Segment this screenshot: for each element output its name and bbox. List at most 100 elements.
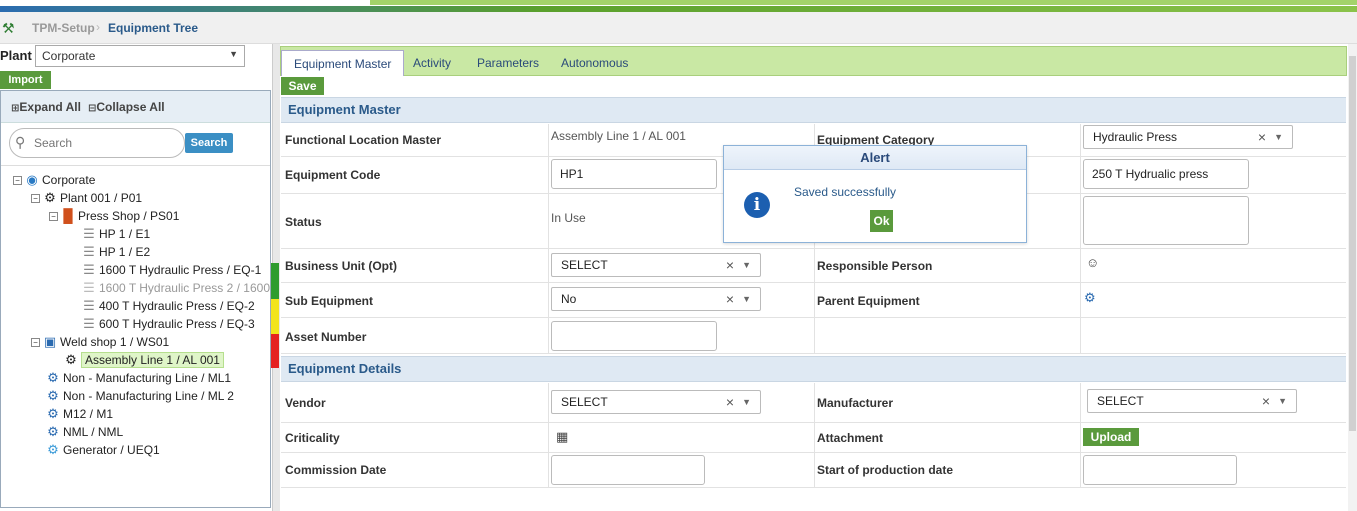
start-production-date-input[interactable]: [1083, 455, 1237, 485]
manufacturer-select[interactable]: SELECT × ▼: [1087, 389, 1297, 413]
tree-node-label: Plant 001 / P01: [60, 191, 143, 205]
alert-message: Saved successfully: [794, 185, 897, 199]
collapse-toggle-icon[interactable]: −: [31, 338, 40, 348]
gear-doc-icon: ⚙: [47, 388, 59, 403]
collapse-toggle-icon[interactable]: −: [49, 212, 58, 222]
criticality-grid-icon[interactable]: ▦: [556, 429, 568, 445]
chevron-down-icon: ▼: [742, 260, 751, 270]
left-panel: Plant Corporate ▼ Import ⊞Expand All ⊟Co…: [0, 44, 272, 511]
collapse-toggle-icon[interactable]: −: [13, 176, 22, 186]
database-icon: ☰: [83, 316, 95, 331]
vendor-label: Vendor: [285, 396, 326, 410]
description-textarea[interactable]: [1083, 196, 1249, 245]
database-icon: ☰: [83, 226, 95, 241]
form-row: Criticality ▦ Attachment Upload: [281, 423, 1346, 453]
business-unit-select[interactable]: SELECT × ▼: [551, 253, 761, 277]
expand-all-button[interactable]: ⊞Expand All: [11, 100, 81, 114]
database-icon: ☰: [83, 262, 95, 277]
search-input[interactable]: [9, 128, 185, 158]
functional-location-label: Functional Location Master: [285, 133, 442, 147]
asset-number-input[interactable]: [551, 321, 717, 351]
plant-select[interactable]: Corporate ▼: [35, 45, 245, 67]
tree-node-plant[interactable]: − ⚙ Plant 001 / P01: [31, 189, 142, 207]
tree-node-equipment[interactable]: ☰ 1600 T Hydraulic Press / EQ-1: [81, 261, 261, 279]
tree-node-press-shop[interactable]: − █ Press Shop / PS01: [49, 207, 179, 225]
form-row: Commission Date Start of production date: [281, 453, 1346, 488]
tree-node-equipment-disabled[interactable]: ☰ 1600 T Hydraulic Press 2 / 1600: [81, 279, 270, 297]
tree-node-line[interactable]: ⚙ Non - Manufacturing Line / ML1: [45, 369, 231, 387]
commission-date-input[interactable]: [551, 455, 705, 485]
search-button[interactable]: Search: [185, 133, 233, 153]
clear-icon[interactable]: ×: [726, 254, 734, 276]
clear-icon[interactable]: ×: [1262, 390, 1270, 412]
tab-equipment-master[interactable]: Equipment Master: [281, 50, 405, 76]
tree-node-equipment[interactable]: ☰ HP 1 / E2: [81, 243, 150, 261]
equipment-category-select[interactable]: Hydraulic Press × ▼: [1083, 125, 1293, 149]
tree-node-label: HP 1 / E1: [99, 227, 151, 241]
collapse-toggle-icon[interactable]: −: [31, 194, 40, 204]
equipment-master-header: Equipment Master: [281, 97, 1346, 123]
ok-button[interactable]: Ok: [870, 210, 893, 232]
tree-node-corporate[interactable]: − ◉ Corporate: [13, 171, 95, 189]
equipment-code-label: Equipment Code: [285, 168, 381, 182]
tab-autonomous[interactable]: Autonomous: [549, 50, 640, 76]
clear-icon[interactable]: ×: [726, 391, 734, 413]
globe-icon: ◉: [26, 172, 38, 187]
status-strip-yellow: [271, 299, 279, 334]
equipment-picker-icon[interactable]: ⚙: [1084, 290, 1096, 306]
tree-node-generator[interactable]: ⚙ Generator / UEQ1: [45, 441, 160, 459]
status-strip-red: [271, 334, 279, 368]
plant-label: Plant: [0, 48, 32, 63]
tree-node-label: 400 T Hydraulic Press / EQ-2: [99, 299, 255, 313]
tree-node-label: Corporate: [42, 173, 96, 187]
tab-bar: Equipment Master Activity Parameters Aut…: [280, 46, 1347, 76]
chevron-down-icon: ▼: [742, 294, 751, 304]
gear-doc-icon: ⚙: [47, 370, 59, 385]
tree-node-equipment[interactable]: ☰ 600 T Hydraulic Press / EQ-3: [81, 315, 255, 333]
wrench-icon: ⚒: [2, 20, 15, 36]
tree-node-line[interactable]: ⚙ M12 / M1: [45, 405, 113, 423]
sub-equipment-select[interactable]: No × ▼: [551, 287, 761, 311]
vendor-value: SELECT: [561, 395, 608, 409]
tree-node-weld-shop[interactable]: − ▣ Weld shop 1 / WS01: [31, 333, 169, 351]
page-scrollbar-thumb[interactable]: [1349, 56, 1356, 431]
form-row: Business Unit (Opt) SELECT × ▼ Responsib…: [281, 249, 1346, 283]
tree-node-label: Weld shop 1 / WS01: [60, 335, 170, 349]
clear-icon[interactable]: ×: [726, 288, 734, 310]
chevron-down-icon: ▼: [229, 49, 238, 59]
person-picker-icon[interactable]: ☺: [1086, 255, 1099, 270]
tree-node-label: NML / NML: [63, 425, 124, 439]
equipment-description-input[interactable]: 250 T Hydrualic press: [1083, 159, 1249, 189]
tree-node-line[interactable]: ⚙ Non - Manufacturing Line / ML 2: [45, 387, 234, 405]
equipment-category-value: Hydraulic Press: [1093, 130, 1178, 144]
tree-node-equipment[interactable]: ☰ HP 1 / E1: [81, 225, 150, 243]
equipment-code-input[interactable]: HP1: [551, 159, 717, 189]
cog-icon: ⚙: [47, 442, 59, 457]
save-button[interactable]: Save: [281, 77, 324, 95]
business-unit-value: SELECT: [561, 258, 608, 272]
parent-equipment-label: Parent Equipment: [817, 294, 920, 308]
tab-activity[interactable]: Activity: [401, 50, 463, 76]
tree-node-line[interactable]: ⚙ NML / NML: [45, 423, 123, 441]
gear-icon: ⚙: [44, 190, 56, 205]
building-icon: █: [63, 208, 73, 223]
clear-icon[interactable]: ×: [1258, 126, 1266, 148]
tree-node-label: Assembly Line 1 / AL 001: [81, 352, 224, 368]
gear-doc-icon: ⚙: [47, 406, 59, 421]
tab-parameters[interactable]: Parameters: [465, 50, 551, 76]
import-button[interactable]: Import: [0, 71, 51, 89]
criticality-label: Criticality: [285, 431, 340, 445]
info-icon: i: [744, 192, 770, 218]
form-row: Vendor SELECT × ▼ Manufacturer SELECT × …: [281, 383, 1346, 423]
breadcrumb-current: Equipment Tree: [108, 21, 199, 35]
tree-node-label: Generator / UEQ1: [63, 443, 160, 457]
tree-node-assembly-line-selected[interactable]: ⚙ Assembly Line 1 / AL 001: [63, 351, 224, 369]
vendor-select[interactable]: SELECT × ▼: [551, 390, 761, 414]
tree-node-label: 1600 T Hydraulic Press 2 / 1600: [99, 281, 270, 295]
breadcrumb-root[interactable]: TPM-Setup: [32, 21, 95, 35]
upload-button[interactable]: Upload: [1083, 428, 1139, 446]
tree-node-label: Non - Manufacturing Line / ML1: [63, 371, 232, 385]
tree-node-label: 600 T Hydraulic Press / EQ-3: [99, 317, 255, 331]
tree-node-equipment[interactable]: ☰ 400 T Hydraulic Press / EQ-2: [81, 297, 255, 315]
collapse-all-button[interactable]: ⊟Collapse All: [88, 100, 165, 114]
